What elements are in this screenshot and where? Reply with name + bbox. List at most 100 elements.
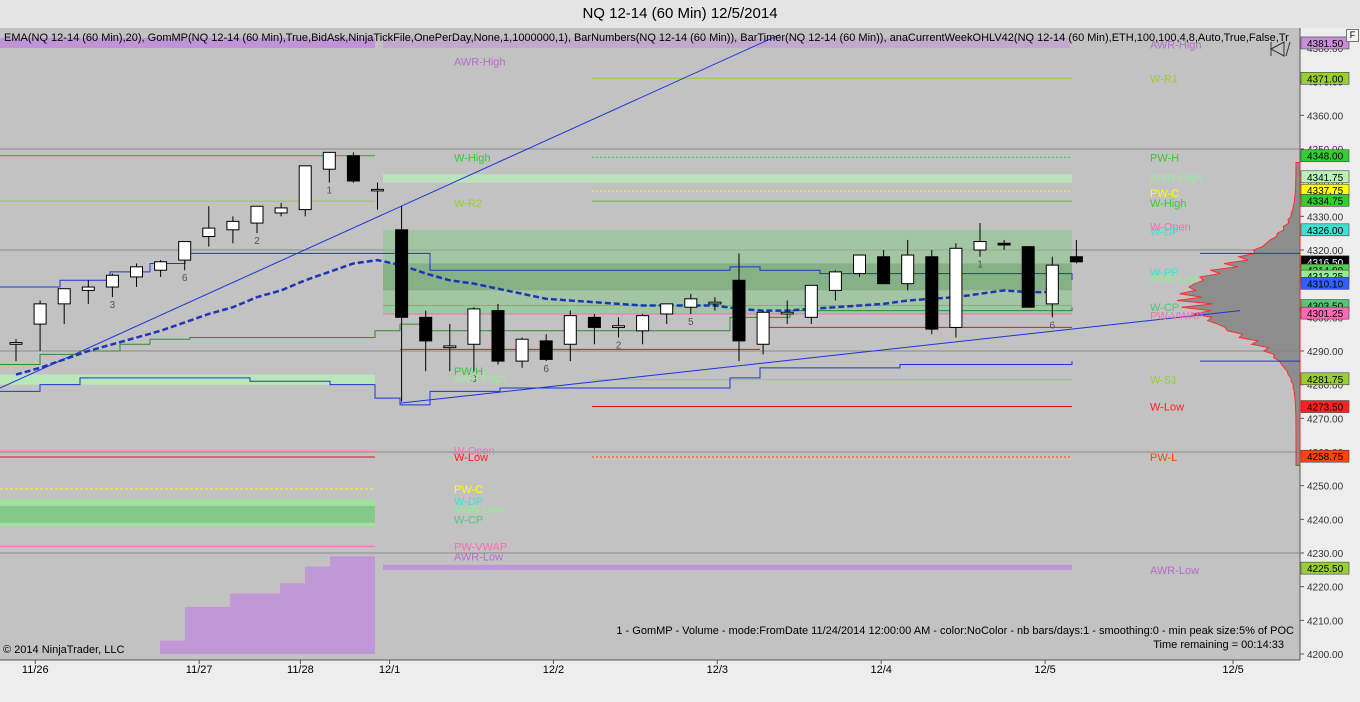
- y-tick-label: 4200.00: [1307, 650, 1344, 661]
- bar-number: 1: [327, 186, 333, 197]
- bar-number: 2: [616, 341, 622, 352]
- price-marker-label: 4258.75: [1307, 452, 1344, 463]
- candle-body: [732, 279, 746, 342]
- candle-body: [636, 315, 650, 332]
- x-tick-label: 11/28: [287, 664, 314, 676]
- level-label: W-Low: [454, 452, 488, 464]
- x-axis-ticks: 11/26 11/27 11/28 12/1 12/2 12/3 12/4 12/5 12/5: [22, 660, 1244, 676]
- candle-body: [949, 247, 963, 328]
- chart-corner-button[interactable]: F: [1346, 29, 1359, 42]
- level-label: AWN-High: [1150, 173, 1202, 185]
- candle-body: [660, 303, 674, 315]
- price-marker-label: 4225.50: [1307, 564, 1344, 575]
- candle-body: [780, 311, 794, 315]
- candle-body: [708, 301, 722, 305]
- candle-body: [515, 338, 529, 362]
- candle-body: [57, 288, 71, 305]
- candle-body: [491, 310, 505, 362]
- zone-band: [383, 174, 1072, 183]
- level-label: AWN-Low: [1150, 274, 1199, 286]
- x-tick-label: 11/26: [22, 664, 49, 676]
- price-marker-label: 4348.00: [1307, 152, 1344, 163]
- candle-body: [33, 303, 47, 325]
- candle-body: [901, 254, 915, 285]
- level-label: W-S1: [1150, 375, 1177, 387]
- y-tick-label: 4320.00: [1307, 246, 1344, 257]
- bar-number: 6: [543, 364, 549, 375]
- candle-body: [130, 266, 143, 278]
- candle-body: [9, 342, 23, 345]
- x-tick-label: 12/2: [543, 664, 564, 676]
- candle-body: [322, 151, 336, 170]
- x-tick-label: 12/1: [379, 664, 400, 676]
- chart-window-titlebar: NQ 12-14 (60 Min) 12/5/2014: [0, 0, 1360, 28]
- candle-body: [973, 241, 987, 251]
- price-marker-label: 4273.50: [1307, 403, 1344, 414]
- y-tick-label: 4250.00: [1307, 482, 1344, 493]
- zone-band: [383, 564, 1072, 570]
- x-tick-label: 12/4: [870, 664, 891, 676]
- level-label: W-High: [454, 152, 490, 164]
- price-marker-label: 4326.00: [1307, 226, 1344, 237]
- candle-body: [563, 315, 577, 345]
- candle-body: [612, 325, 625, 328]
- level-label: PW-C: [454, 484, 483, 496]
- window-title: NQ 12-14 (60 Min) 12/5/2014: [582, 5, 778, 22]
- candle-body: [853, 254, 866, 275]
- price-chart[interactable]: 12363625 61AWR-HighAWR-HighW-R1W-High PW-H…: [0, 28, 1360, 702]
- level-label: PW-H: [1150, 152, 1179, 164]
- bar-timer-remaining: Time remaining = 00:14:33: [1153, 639, 1284, 651]
- y-tick-label: 4360.00: [1307, 111, 1344, 122]
- copyright-notice: © 2014 NinjaTrader, LLC: [3, 644, 125, 656]
- candle-body: [154, 261, 168, 271]
- x-tick-label: 12/3: [707, 664, 728, 676]
- y-tick-label: 4330.00: [1307, 212, 1344, 223]
- candle-body: [298, 165, 312, 211]
- indicator-list: EMA(NQ 12-14 (60 Min),20), GomMP(NQ 12-1…: [4, 32, 1289, 44]
- candle-body: [877, 256, 891, 285]
- candle-body: [1045, 264, 1059, 305]
- price-marker-label: 4301.25: [1307, 309, 1344, 320]
- level-label: AWR-Low: [454, 551, 503, 563]
- y-tick-label: 4210.00: [1307, 616, 1344, 627]
- candle-body: [1021, 246, 1035, 308]
- y-tick-label: 4270.00: [1307, 414, 1344, 425]
- x-tick-label: 11/27: [186, 664, 213, 676]
- y-tick-label: 4220.00: [1307, 583, 1344, 594]
- zone-band: [0, 374, 375, 385]
- candle-body: [684, 298, 698, 308]
- candle-body: [587, 316, 601, 328]
- level-label: W-High: [1150, 198, 1186, 210]
- bar-number: 6: [1050, 320, 1056, 331]
- candle-body: [81, 286, 95, 291]
- x-tick-label: 12/5: [1222, 664, 1243, 676]
- level-label: PW-L: [1150, 452, 1177, 464]
- candle-body: [828, 271, 842, 291]
- zone-band: [383, 263, 1072, 291]
- bar-number: 3: [110, 300, 116, 311]
- level-label: W-R1: [1150, 73, 1178, 85]
- price-marker-label: 4371.00: [1307, 74, 1344, 85]
- level-label: AWR-High: [454, 373, 506, 385]
- candle-body: [178, 241, 192, 261]
- price-marker-label: 4341.75: [1307, 173, 1344, 184]
- y-tick-label: 4230.00: [1307, 549, 1344, 560]
- bar-number: 5: [688, 317, 694, 328]
- candle-body: [539, 340, 553, 360]
- candle-body: [925, 256, 939, 330]
- level-label: W-CP: [454, 514, 483, 526]
- level-label: PW-VWAP: [1150, 311, 1203, 323]
- level-label: AWR-Low: [1150, 565, 1199, 577]
- level-label: W-R2: [454, 198, 482, 210]
- candle-body: [371, 188, 384, 192]
- level-label: AWR-High: [454, 56, 506, 68]
- x-tick-label: 12/5: [1034, 664, 1055, 676]
- price-marker-label: 4310.10: [1307, 279, 1344, 290]
- candle-body: [443, 345, 457, 349]
- y-tick-label: 4240.00: [1307, 515, 1344, 526]
- candle-body: [804, 284, 818, 318]
- price-marker-label: 4381.50: [1307, 39, 1344, 50]
- candle-body: [202, 227, 216, 238]
- candle-body: [105, 274, 119, 288]
- candle-body: [1069, 256, 1083, 263]
